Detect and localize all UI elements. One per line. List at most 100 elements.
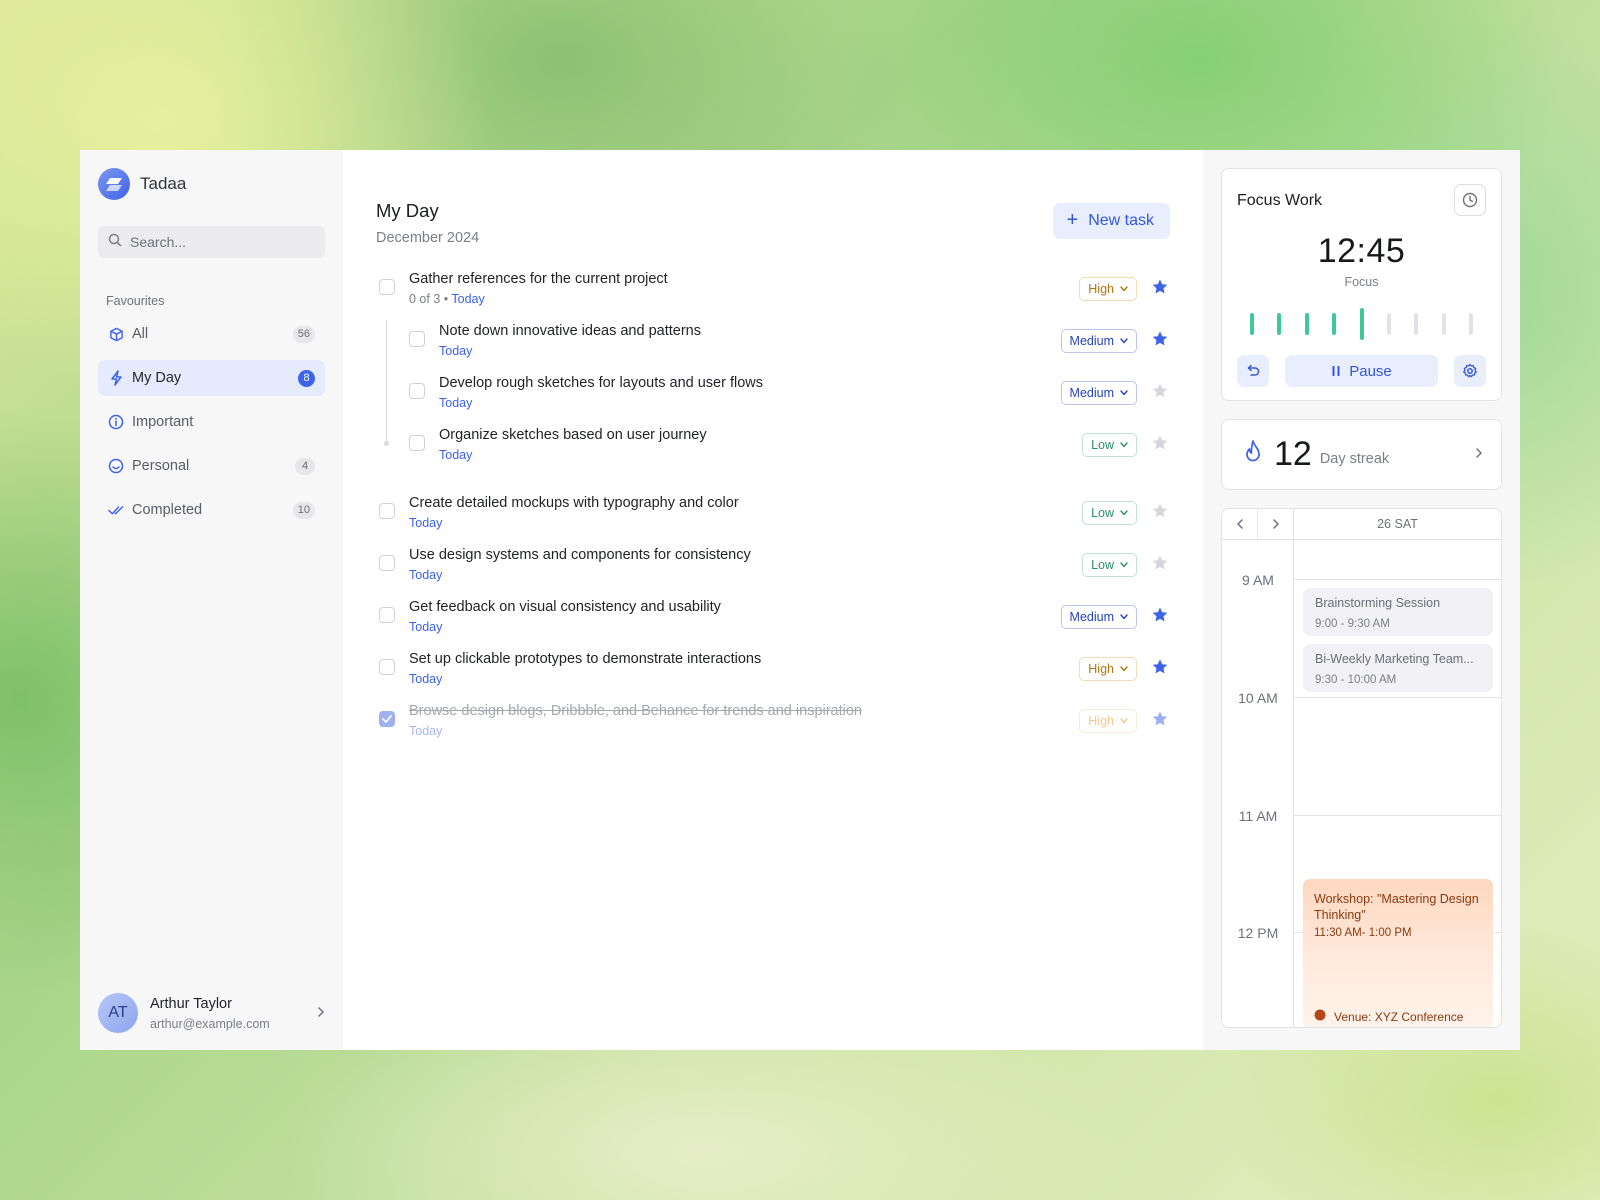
time-gutter: [1222, 540, 1294, 1027]
task-meta: Today: [409, 516, 442, 530]
session-tick: [1359, 308, 1364, 340]
task-row[interactable]: Get feedback on visual consistency and u…: [376, 596, 1170, 648]
plus-icon: +: [1066, 209, 1079, 231]
star-icon[interactable]: [1151, 554, 1169, 572]
reset-button[interactable]: [1237, 355, 1269, 387]
undo-icon: [1247, 364, 1260, 376]
priority-dropdown[interactable]: Low: [1082, 553, 1137, 577]
item-count-badge: 4: [295, 457, 315, 475]
event-venue: Venue: XYZ Conference: [1314, 1009, 1482, 1024]
task-row[interactable]: Gather references for the current projec…: [376, 268, 1170, 320]
brand[interactable]: Tadaa: [98, 168, 325, 200]
task-checkbox[interactable]: [409, 383, 425, 399]
search-input[interactable]: [130, 234, 310, 250]
priority-dropdown[interactable]: Medium: [1060, 605, 1137, 629]
due-date: Today: [409, 516, 443, 530]
sidebar-item-label: My Day: [132, 370, 182, 386]
chevron-down-icon: [1120, 388, 1128, 398]
task-meta: Today: [439, 396, 472, 410]
priority-dropdown[interactable]: High: [1079, 657, 1137, 681]
star-icon[interactable]: [1151, 710, 1169, 728]
session-tick: [1469, 313, 1473, 335]
priority-dropdown[interactable]: Medium: [1060, 381, 1137, 405]
star-icon[interactable]: [1151, 502, 1169, 520]
sidebar-item-personal[interactable]: Personal 4: [98, 448, 325, 484]
star-icon[interactable]: [1151, 278, 1169, 296]
task-row[interactable]: Browse design blogs, Dribbble, and Behan…: [376, 700, 1170, 752]
chevron-left-icon: [1236, 519, 1243, 529]
star-icon[interactable]: [1151, 382, 1169, 400]
task-title[interactable]: Create detailed mockups with typography …: [409, 495, 739, 511]
task-checkbox[interactable]: [379, 607, 395, 623]
calendar-event[interactable]: Bi-Weekly Marketing Team... 9:30 - 10:00…: [1303, 644, 1493, 692]
priority-dropdown[interactable]: Low: [1082, 501, 1137, 525]
new-task-button[interactable]: + New task: [1052, 203, 1170, 239]
chevron-down-icon: [1120, 612, 1128, 622]
event-venue-text: Venue: XYZ Conference: [1334, 1009, 1464, 1024]
sidebar-nav: All 56 My Day 8 Important Personal 4 Com…: [98, 316, 325, 528]
priority-dropdown[interactable]: Low: [1082, 433, 1137, 457]
task-checkbox[interactable]: [409, 435, 425, 451]
hour-line: [1294, 697, 1501, 698]
hour-label: 9 AM: [1242, 572, 1274, 588]
chevron-right-icon[interactable]: [317, 1005, 325, 1021]
task-title[interactable]: Develop rough sketches for layouts and u…: [439, 375, 763, 391]
task-title[interactable]: Note down innovative ideas and patterns: [439, 323, 701, 339]
star-icon[interactable]: [1151, 658, 1169, 676]
sidebar-item-my-day[interactable]: My Day 8: [98, 360, 325, 396]
sidebar-item-label: Important: [132, 414, 194, 430]
calendar-event[interactable]: Brainstorming Session 9:00 - 9:30 AM: [1303, 588, 1493, 636]
streak-card[interactable]: 12 Day streak: [1221, 419, 1502, 490]
task-title[interactable]: Gather references for the current projec…: [409, 271, 668, 287]
search-box[interactable]: [98, 226, 325, 258]
chevron-down-icon: [1120, 440, 1128, 450]
star-icon[interactable]: [1151, 606, 1169, 624]
task-checkbox[interactable]: [409, 331, 425, 347]
user-profile[interactable]: AT Arthur Taylor arthur@example.com: [98, 992, 325, 1034]
priority-dropdown[interactable]: Medium: [1060, 329, 1137, 353]
calendar-next-button[interactable]: [1258, 509, 1294, 539]
star-icon[interactable]: [1151, 330, 1169, 348]
clock-button[interactable]: [1454, 184, 1486, 216]
task-title[interactable]: Browse design blogs, Dribbble, and Behan…: [409, 703, 862, 719]
task-meta: Today: [409, 724, 442, 738]
hour-line: [1294, 815, 1501, 816]
calendar-prev-button[interactable]: [1222, 509, 1258, 539]
task-row[interactable]: Set up clickable prototypes to demonstra…: [376, 648, 1170, 700]
priority-dropdown[interactable]: High: [1079, 709, 1137, 733]
sidebar-item-all[interactable]: All 56: [98, 316, 325, 352]
task-checkbox[interactable]: [379, 659, 395, 675]
task-title[interactable]: Use design systems and components for co…: [409, 547, 751, 563]
pause-icon: [1332, 366, 1340, 376]
sidebar-item-important[interactable]: Important: [98, 404, 325, 440]
pause-button[interactable]: Pause: [1285, 355, 1438, 387]
timer-settings-button[interactable]: [1454, 355, 1486, 387]
task-checkbox[interactable]: [379, 279, 395, 295]
event-name: Brainstorming Session: [1315, 596, 1441, 610]
subtask-row[interactable]: Organize sketches based on user journey …: [376, 424, 1170, 476]
event-time: 9:00 - 9:30 AM: [1315, 618, 1390, 630]
session-tick: [1250, 313, 1254, 335]
subtask-row[interactable]: Develop rough sketches for layouts and u…: [376, 372, 1170, 424]
priority-label: Low: [1091, 438, 1114, 452]
task-row[interactable]: Use design systems and components for co…: [376, 544, 1170, 596]
task-checkbox[interactable]: [379, 503, 395, 519]
star-icon[interactable]: [1151, 434, 1169, 452]
sidebar-item-completed[interactable]: Completed 10: [98, 492, 325, 528]
chevron-down-icon: [1120, 716, 1128, 726]
task-checkbox[interactable]: [379, 555, 395, 571]
priority-dropdown[interactable]: High: [1079, 277, 1137, 301]
task-title[interactable]: Set up clickable prototypes to demonstra…: [409, 651, 761, 667]
task-checkbox[interactable]: [379, 711, 395, 727]
hour-label: 12 PM: [1237, 925, 1279, 941]
task-row[interactable]: Create detailed mockups with typography …: [376, 492, 1170, 544]
priority-label: Medium: [1069, 610, 1114, 624]
task-title[interactable]: Get feedback on visual consistency and u…: [409, 599, 721, 615]
task-meta: Today: [409, 672, 442, 686]
task-title[interactable]: Organize sketches based on user journey: [439, 427, 707, 443]
sidebar: Tadaa Favourites All 56 My Day 8: [80, 150, 343, 1050]
item-count-badge: 56: [292, 325, 315, 343]
calendar-event-workshop[interactable]: Workshop: "Mastering Design Thinking" 11…: [1303, 879, 1493, 1027]
subtask-row[interactable]: Note down innovative ideas and patterns …: [376, 320, 1170, 372]
item-count-badge: 8: [298, 369, 315, 387]
